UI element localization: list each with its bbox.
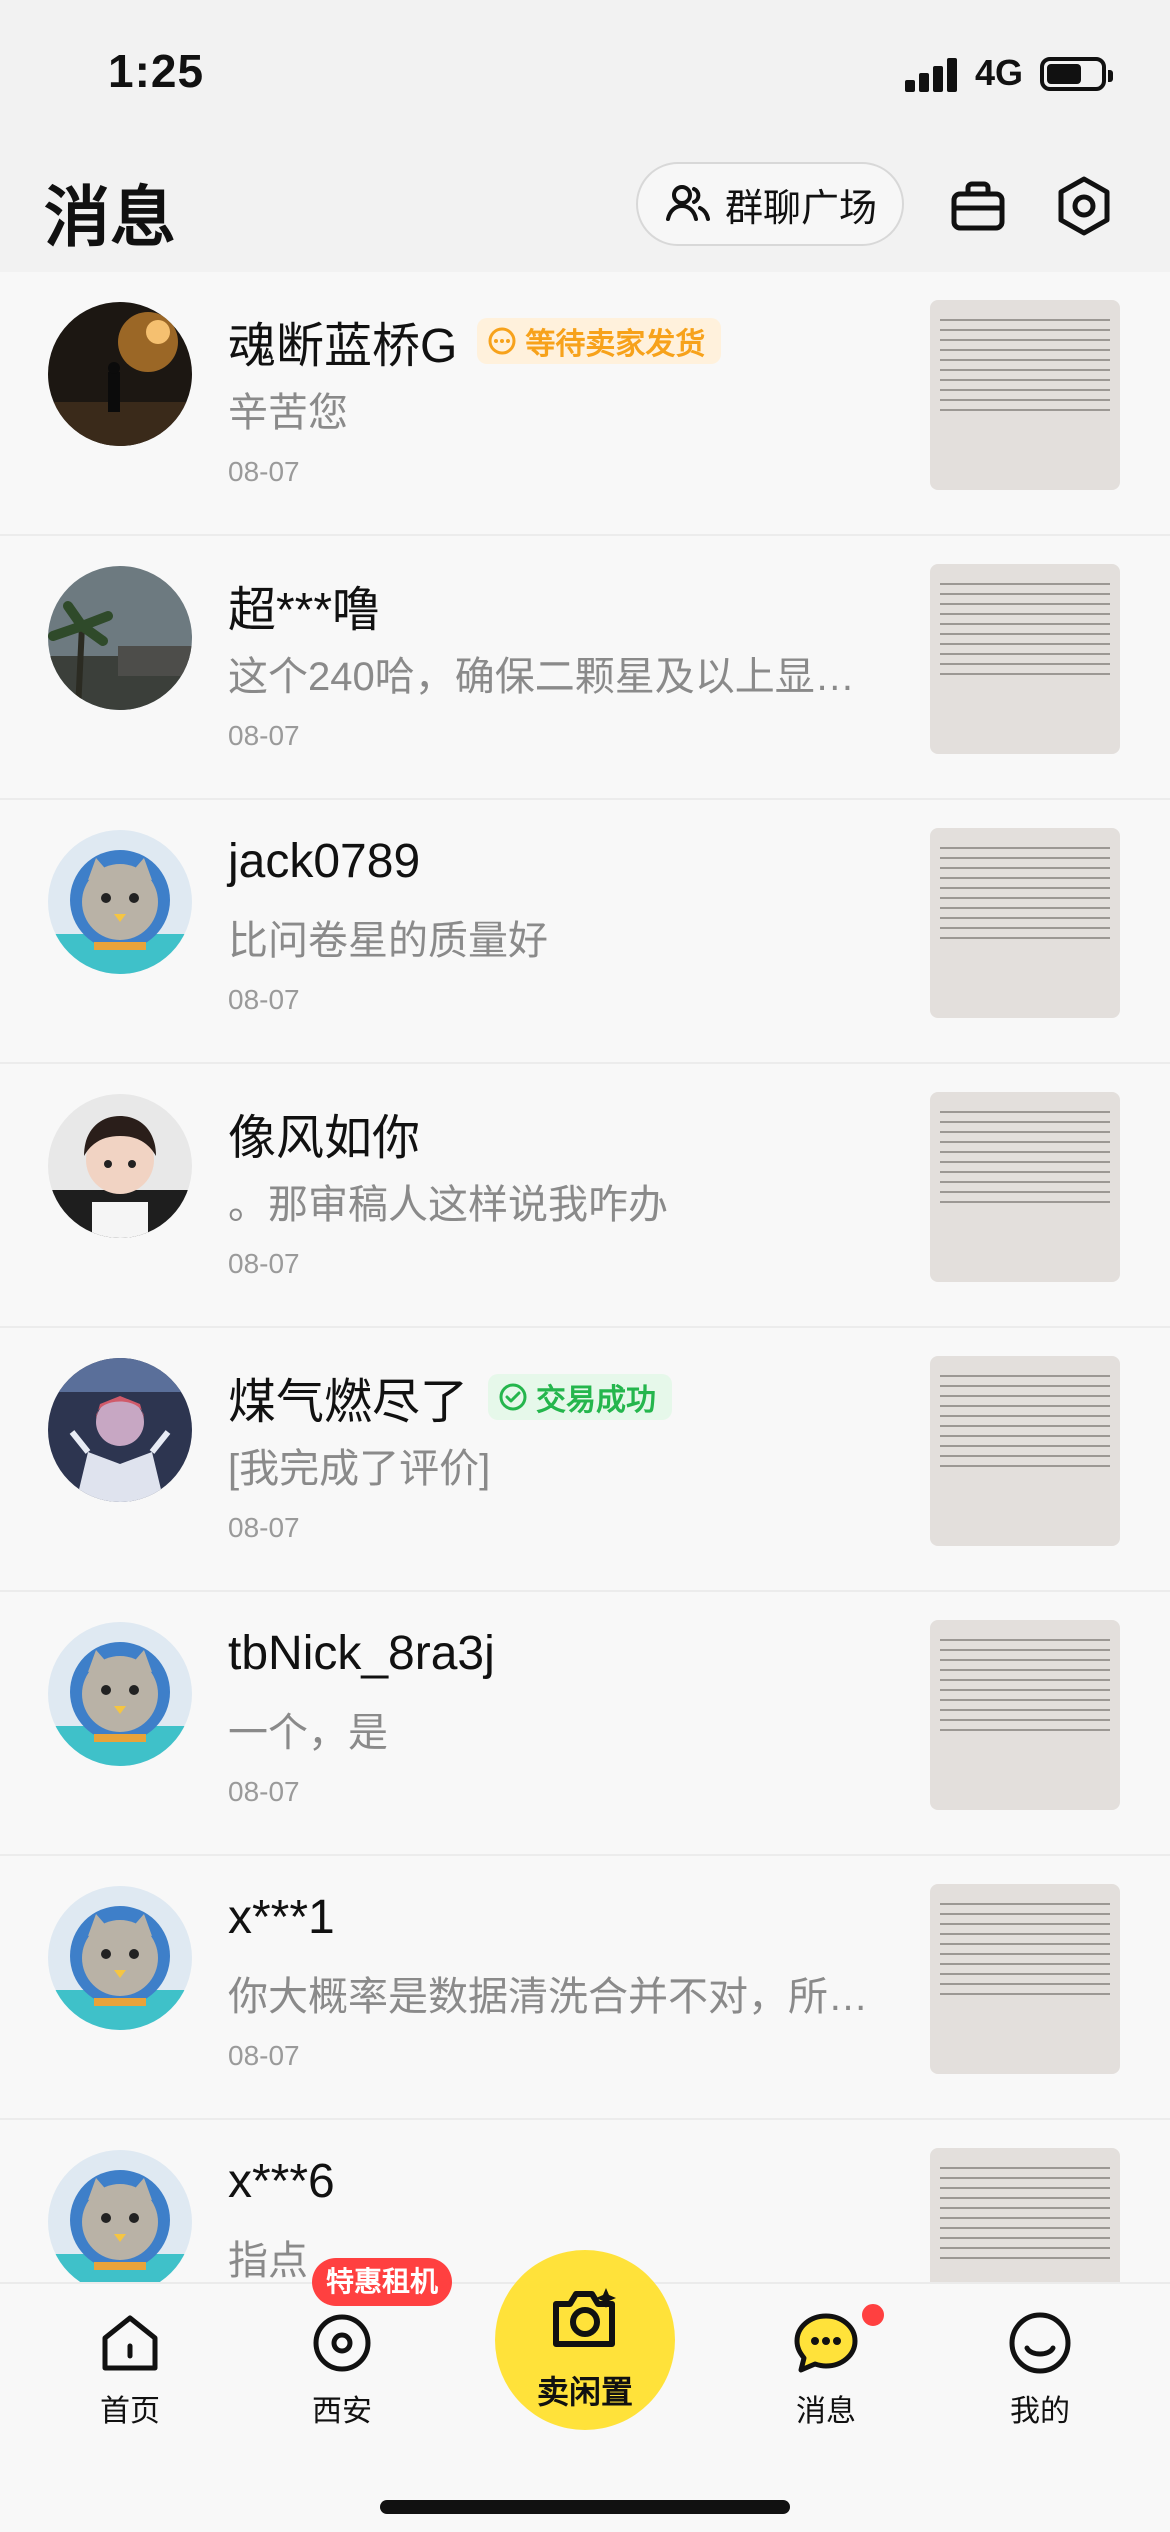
- tab-label: 消息: [796, 2395, 856, 2428]
- contact-name: jack0789: [228, 835, 421, 888]
- message-row[interactable]: jack0789 比问卷星的质量好 08-07: [0, 800, 1170, 1064]
- message-row[interactable]: 魂断蓝桥G 等待卖家发货 辛苦您 08-07: [0, 272, 1170, 536]
- contact-name: 煤气燃尽了 交易成功: [228, 1362, 673, 1432]
- tab-home[interactable]: 首页: [60, 2308, 200, 2430]
- chat-icon: [794, 2313, 858, 2373]
- location-icon: [313, 2314, 371, 2372]
- contact-name: 魂断蓝桥G 等待卖家发货: [228, 306, 722, 376]
- message-date: 08-07: [228, 1776, 300, 1807]
- settings-icon[interactable]: [1052, 174, 1116, 238]
- home-indicator[interactable]: [380, 2500, 790, 2514]
- tab-sell-idle[interactable]: 卖闲置: [495, 2250, 675, 2430]
- message-date: 08-07: [228, 984, 300, 1015]
- avatar[interactable]: [48, 302, 192, 446]
- avatar[interactable]: [48, 1358, 192, 1502]
- contact-name: 像风如你: [228, 1112, 421, 1165]
- message-list: 魂断蓝桥G 等待卖家发货 辛苦您 08-07 超***噜 这个240哈，确保二颗…: [0, 272, 1170, 2282]
- message-date: 08-07: [228, 1248, 300, 1279]
- status-bar: 1:25 4G: [0, 0, 1170, 150]
- contact-name: x***1: [228, 1891, 335, 1944]
- profile-icon: [1009, 2312, 1071, 2374]
- contact-name: 超***噜: [228, 584, 381, 637]
- default-cat-avatar[interactable]: [48, 830, 192, 974]
- tab-profile[interactable]: 我的: [970, 2308, 1110, 2430]
- message-row[interactable]: 像风如你 。那审稿人这样说我咋办 08-07: [0, 1064, 1170, 1328]
- tab-label: 卖闲置: [536, 2374, 633, 2410]
- message-date: 08-07: [228, 456, 300, 487]
- tab-label: 我的: [1010, 2395, 1070, 2428]
- item-thumbnail[interactable]: [930, 1356, 1120, 1546]
- check-circle-icon: [499, 1383, 527, 1411]
- avatar[interactable]: [48, 1094, 192, 1238]
- page-title: 消息: [44, 180, 176, 254]
- contact-name: x***6: [228, 2155, 335, 2208]
- message-date: 08-07: [228, 2040, 300, 2071]
- battery-icon: [1040, 57, 1113, 91]
- item-thumbnail[interactable]: [930, 1092, 1120, 1282]
- group-icon: [665, 185, 710, 221]
- message-row[interactable]: 超***噜 这个240哈，确保二颗星及以上显… 08-07: [0, 536, 1170, 800]
- message-date: 08-07: [228, 1512, 300, 1543]
- item-thumbnail[interactable]: [930, 1620, 1120, 1810]
- message-preview: 比问卷星的质量好: [228, 919, 548, 963]
- message-row[interactable]: x***1 你大概率是数据清洗合并不对，所… 08-07: [0, 1856, 1170, 2120]
- tab-city[interactable]: 西安: [272, 2308, 412, 2430]
- page-header: 消息 群聊广场: [0, 150, 1170, 272]
- briefcase-icon[interactable]: [946, 174, 1010, 238]
- tab-label: 首页: [100, 2395, 160, 2428]
- order-status-badge: 等待卖家发货: [477, 318, 722, 364]
- item-thumbnail[interactable]: [930, 828, 1120, 1018]
- home-icon: [102, 2315, 158, 2371]
- item-thumbnail[interactable]: [930, 564, 1120, 754]
- contact-name: tbNick_8ra3j: [228, 1627, 495, 1680]
- message-preview: [我完成了评价]: [228, 1447, 491, 1491]
- avatar[interactable]: [48, 566, 192, 710]
- default-cat-avatar[interactable]: [48, 1622, 192, 1766]
- item-thumbnail[interactable]: [930, 1884, 1120, 2074]
- message-preview: 辛苦您: [228, 391, 348, 435]
- signal-icon: [905, 58, 961, 92]
- message-date: 08-07: [228, 720, 300, 751]
- unread-dot: [858, 2300, 888, 2330]
- message-preview: 。那审稿人这样说我咋办: [228, 1183, 668, 1227]
- network-type: 4G: [975, 52, 1024, 93]
- default-cat-avatar[interactable]: [48, 2150, 192, 2282]
- message-row[interactable]: 煤气燃尽了 交易成功 [我完成了评价] 08-07: [0, 1328, 1170, 1592]
- message-preview: 一个，是: [228, 1711, 388, 1755]
- item-thumbnail[interactable]: [930, 2148, 1120, 2282]
- message-row[interactable]: tbNick_8ra3j 一个，是 08-07: [0, 1592, 1170, 1856]
- group-chat-label: 群聊广场: [724, 187, 877, 230]
- order-status-badge: 交易成功: [488, 1374, 673, 1420]
- message-preview: 这个240哈，确保二颗星及以上显…: [228, 655, 855, 699]
- tab-label: 西安: [312, 2395, 372, 2428]
- promo-badge: 特惠租机: [312, 2258, 453, 2306]
- message-preview: 你大概率是数据清洗合并不对，所…: [228, 1975, 868, 2019]
- group-chat-plaza-button[interactable]: 群聊广场: [636, 162, 904, 246]
- status-time: 1:25: [108, 45, 205, 97]
- item-thumbnail[interactable]: [930, 300, 1120, 490]
- camera-icon: [553, 2288, 616, 2347]
- default-cat-avatar[interactable]: [48, 1886, 192, 2030]
- bottom-tab-bar: 首页 西安 特惠租机 卖闲置 消息 我的: [0, 2250, 1170, 2532]
- pending-icon: [488, 327, 516, 355]
